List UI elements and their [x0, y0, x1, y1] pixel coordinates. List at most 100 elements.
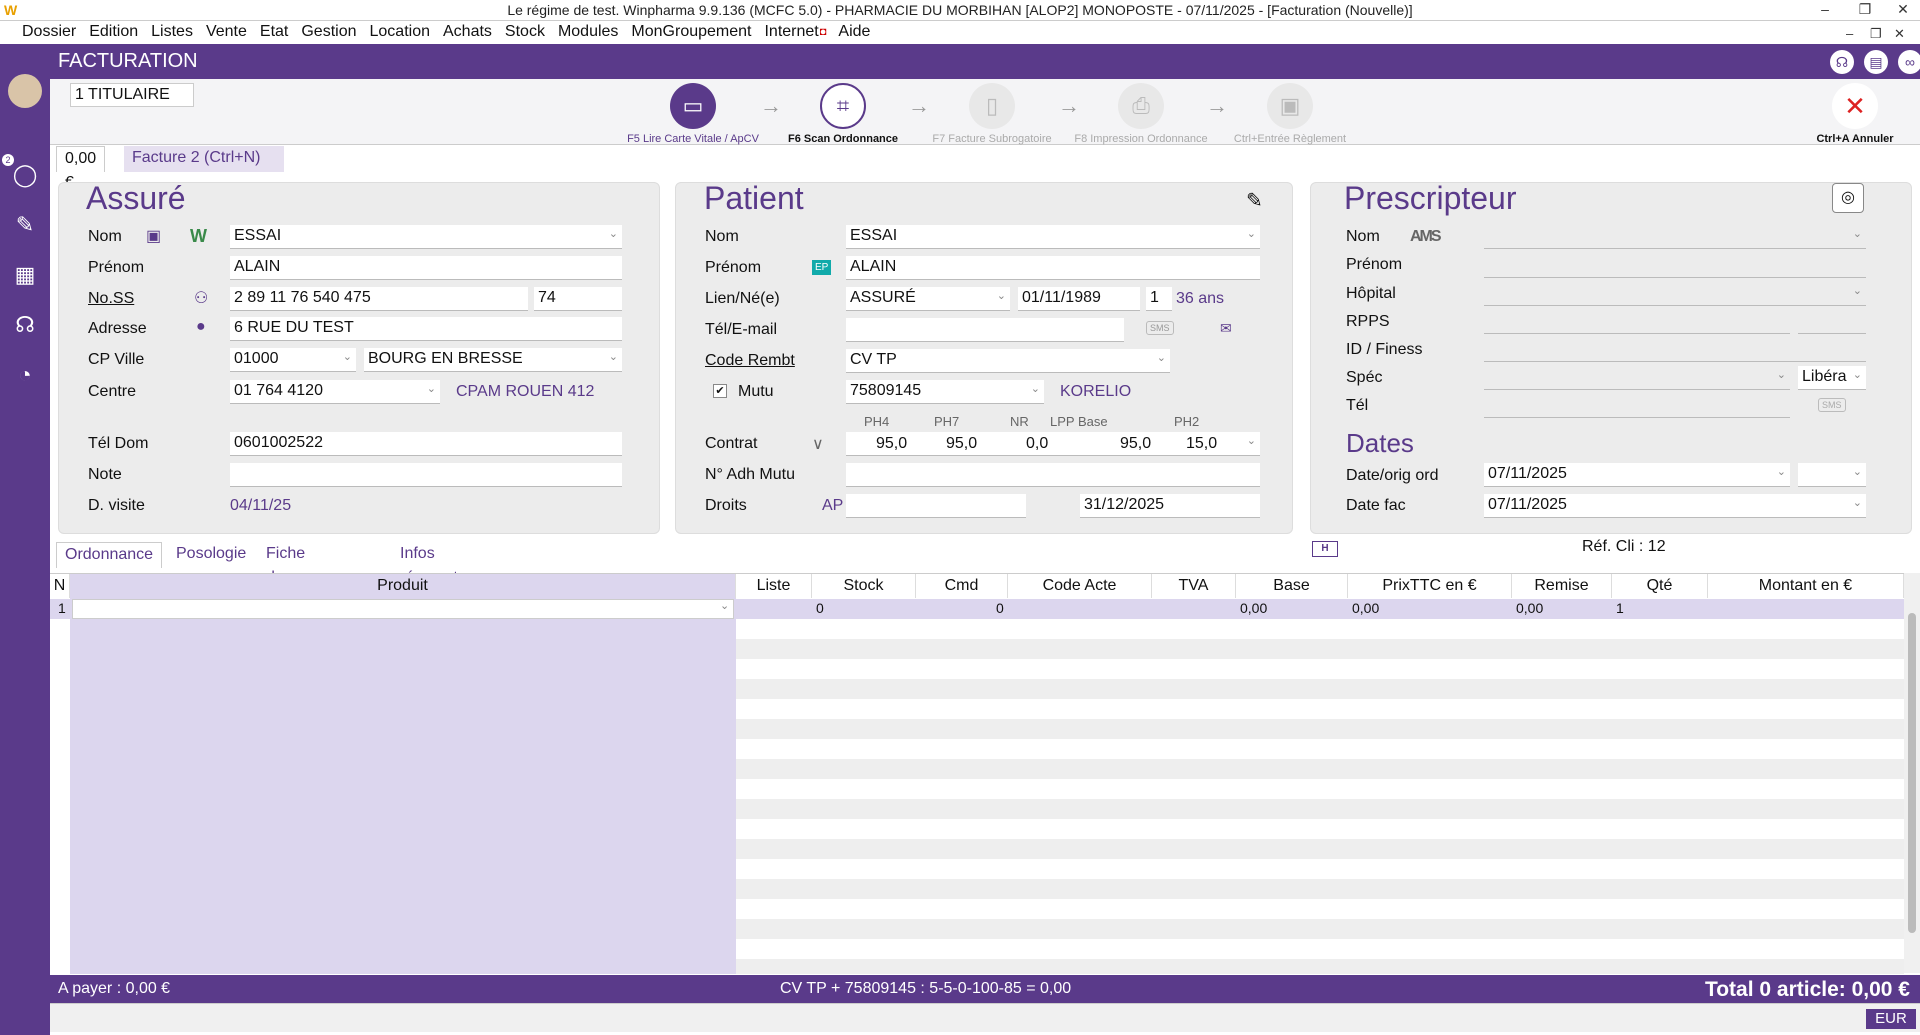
messages-icon[interactable]: ◔ — [10, 360, 40, 390]
assure-ville-field[interactable]: BOURG EN BRESSE — [364, 348, 622, 372]
patient-adh-field[interactable] — [846, 463, 1260, 487]
col-header-base[interactable]: Base — [1236, 574, 1348, 598]
assure-cp-field[interactable]: 01000 — [230, 348, 356, 372]
family-icon[interactable]: ⚇ — [194, 288, 208, 308]
tab-new-invoice[interactable]: Facture 2 (Ctrl+N) — [124, 146, 284, 172]
patient-tel-field[interactable] — [846, 318, 1124, 342]
assure-ss-key-field[interactable]: 74 — [534, 287, 622, 311]
scrollbar-thumb[interactable] — [1908, 613, 1916, 933]
patient-nom-field[interactable]: ESSAI — [846, 225, 1260, 249]
chat-icon[interactable]: ◯ — [10, 160, 40, 190]
mdi-close-icon[interactable]: ✕ — [1894, 23, 1905, 45]
col-header-n[interactable]: N — [50, 574, 70, 598]
menu-vente[interactable]: Vente — [206, 21, 247, 44]
step-reglement[interactable]: ▣ Ctrl+Entrée Règlement — [1210, 83, 1370, 145]
patient-code-label[interactable]: Code Rembt — [705, 352, 795, 370]
close-window-icon[interactable]: ✕ — [1888, 1, 1918, 18]
col-header-tva[interactable]: TVA — [1152, 574, 1236, 598]
prescripteur-finess-field[interactable] — [1484, 338, 1866, 362]
patient-dob-field[interactable]: 01/11/1989 — [1018, 287, 1140, 311]
menu-stock[interactable]: Stock — [505, 21, 545, 44]
assure-nom-field[interactable]: ESSAI — [230, 225, 622, 249]
patient-lien-field[interactable]: ASSURÉ — [846, 287, 1010, 311]
dates-orig-type-field[interactable] — [1798, 463, 1866, 487]
user-avatar[interactable] — [8, 74, 42, 108]
headset-icon[interactable]: ☊ — [10, 310, 40, 340]
tab-posologie[interactable]: Posologie — [168, 542, 254, 568]
menu-dossier[interactable]: Dossier — [22, 21, 76, 44]
titulaire-selector[interactable]: 1 TITULAIRE — [70, 83, 194, 107]
calendar-icon[interactable]: ▦ — [10, 260, 40, 290]
assure-adresse-field[interactable]: 6 RUE DU TEST — [230, 317, 622, 341]
mdi-minimize-icon[interactable]: – — [1846, 23, 1853, 45]
menu-gestion[interactable]: Gestion — [301, 21, 356, 44]
prescripteur-tel-field[interactable] — [1484, 394, 1790, 418]
col-header-montant[interactable]: Montant en € — [1708, 574, 1904, 598]
col-header-code-acte[interactable]: Code Acte — [1008, 574, 1152, 598]
menu-internet[interactable]: Internet — [764, 21, 818, 44]
col-header-qte[interactable]: Qté — [1612, 574, 1708, 598]
assure-tel-field[interactable]: 0601002522 — [230, 432, 622, 456]
prescripteur-rpps-field[interactable] — [1484, 310, 1790, 334]
menu-location[interactable]: Location — [370, 21, 431, 44]
menu-aide[interactable]: Aide — [838, 21, 870, 44]
support-icon[interactable]: ☊ — [1830, 50, 1854, 74]
patient-prenom-field[interactable]: ALAIN — [846, 256, 1260, 280]
minimize-icon[interactable]: – — [1810, 1, 1840, 17]
assure-ss-label[interactable]: No.SS — [88, 290, 134, 308]
assure-note-field[interactable] — [230, 463, 622, 487]
patient-droits-field[interactable] — [846, 494, 1026, 518]
step-scan-ordonnance[interactable]: ⌗ F6 Scan Ordonnance — [763, 83, 923, 145]
step-impression-ordonnance[interactable]: ⎙ F8 Impression Ordonnance — [1061, 83, 1221, 145]
product-dropdown-icon[interactable]: ⌄ — [720, 599, 729, 612]
ams-icon[interactable]: AMS — [1410, 228, 1442, 246]
dates-fac-field[interactable]: 07/11/2025 — [1484, 494, 1866, 518]
patient-code-field[interactable]: CV TP — [846, 349, 1170, 373]
step-facture-subrogatoire[interactable]: ▯ F7 Facture Subrogatoire — [912, 83, 1072, 145]
prescripteur-sms-button[interactable]: SMS — [1818, 398, 1846, 412]
assure-centre-field[interactable]: 01 764 4120 — [230, 380, 440, 404]
menu-mongroupement[interactable]: MonGroupement — [631, 21, 751, 44]
menu-etat[interactable]: Etat — [260, 21, 288, 44]
assure-ss-field[interactable]: 2 89 11 76 540 475 — [230, 287, 528, 311]
col-header-stock[interactable]: Stock — [812, 574, 916, 598]
link-icon[interactable]: ∞ — [1898, 50, 1920, 74]
location-pin-icon[interactable]: ● — [196, 318, 206, 336]
grid-scrollbar[interactable] — [1904, 573, 1920, 973]
prescripteur-spec-type-field[interactable]: Libéra — [1798, 366, 1866, 390]
dates-orig-field[interactable]: 07/11/2025 — [1484, 463, 1790, 487]
mdi-restore-icon[interactable]: ❐ — [1870, 23, 1882, 45]
col-header-liste[interactable]: Liste — [736, 574, 812, 598]
currency-badge[interactable]: EUR — [1866, 1009, 1916, 1029]
w-logo-icon[interactable]: W — [190, 226, 207, 247]
assure-prenom-field[interactable]: ALAIN — [230, 256, 622, 280]
patient-droits-date-field[interactable]: 31/12/2025 — [1080, 494, 1260, 518]
table-row[interactable]: 1 ⌄ 0 0 0,00 0,00 0,00 1 — [50, 599, 1904, 619]
step-lire-carte-vitale[interactable]: ▭ F5 Lire Carte Vitale / ApCV — [613, 83, 773, 145]
restore-icon[interactable]: ❐ — [1850, 1, 1880, 18]
cancel-button[interactable]: ✕ Ctrl+A Annuler — [1790, 83, 1920, 145]
col-header-prix[interactable]: PrixTTC en € — [1348, 574, 1512, 598]
prescripteur-nom-field[interactable] — [1484, 225, 1866, 249]
menu-modules[interactable]: Modules — [558, 21, 618, 44]
prescripteur-prenom-field[interactable] — [1484, 254, 1866, 278]
camera-icon[interactable]: ◎ — [1832, 183, 1864, 213]
patient-rang-field[interactable]: 1 — [1146, 287, 1172, 311]
tab-current-invoice[interactable]: 0,00 € — [56, 146, 106, 191]
product-input[interactable] — [72, 599, 734, 619]
prescripteur-hopital-field[interactable] — [1484, 282, 1866, 306]
syringe-icon[interactable]: ✎ — [10, 210, 40, 240]
image-icon[interactable]: ▣ — [146, 226, 161, 246]
col-header-cmd[interactable]: Cmd — [916, 574, 1008, 598]
h-badge-button[interactable]: H — [1312, 541, 1338, 557]
prescripteur-rpps-key-field[interactable] — [1798, 310, 1866, 334]
tab-ordonnance[interactable]: Ordonnance — [56, 542, 163, 568]
menu-achats[interactable]: Achats — [443, 21, 492, 44]
col-header-produit[interactable]: Produit — [70, 574, 736, 598]
patient-mutu-field[interactable]: 75809145 — [846, 380, 1044, 404]
email-icon[interactable]: ✉ — [1220, 320, 1232, 337]
menu-edition[interactable]: Edition — [89, 21, 138, 44]
edit-pencil-icon[interactable]: ✎ — [1246, 188, 1263, 213]
tab-fiche-travail[interactable]: Fiche de travail — [258, 542, 317, 610]
col-header-remise[interactable]: Remise — [1512, 574, 1612, 598]
